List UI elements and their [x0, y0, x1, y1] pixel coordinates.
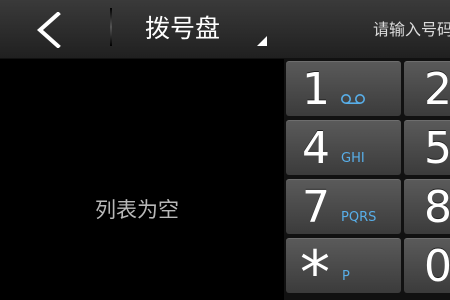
key-digit: 1 [302, 64, 330, 115]
key-1[interactable]: 1 [286, 61, 401, 116]
key-digit: 2 [424, 64, 450, 115]
key-digit: 4 [302, 123, 330, 174]
key-letters: GHI [341, 151, 365, 166]
key-digit: 7 [302, 182, 330, 233]
key-digit: * [300, 238, 330, 300]
back-button[interactable] [0, 0, 98, 58]
dropdown-corner-icon [257, 36, 267, 46]
key-0[interactable]: 0 [404, 238, 450, 293]
key-5[interactable]: 5 [404, 120, 450, 175]
key-digit: 8 [424, 182, 450, 233]
key-letters: P [342, 269, 350, 284]
key-letters: PQRS [341, 210, 377, 225]
top-bar: 拨号盘 [0, 0, 450, 59]
key-star[interactable]: * P [286, 238, 401, 300]
number-input[interactable] [373, 14, 450, 44]
title-dropdown[interactable]: 拨号盘 [115, 0, 275, 58]
header-divider [110, 8, 112, 46]
call-list: 列表为空 [0, 59, 284, 300]
dial-keypad: 1 2 4 GHI 5 7 PQRS 8 * P 0 [284, 59, 450, 300]
key-7[interactable]: 7 PQRS [286, 179, 401, 234]
key-2[interactable]: 2 [404, 61, 450, 116]
page-title: 拨号盘 [145, 14, 221, 43]
key-4[interactable]: 4 GHI [286, 120, 401, 175]
key-8[interactable]: 8 [404, 179, 450, 234]
voicemail-icon [341, 94, 365, 104]
back-chevron-icon [36, 12, 61, 48]
key-digit: 0 [424, 241, 450, 292]
key-digit: 5 [424, 123, 450, 174]
empty-list-message: 列表为空 [95, 198, 179, 222]
